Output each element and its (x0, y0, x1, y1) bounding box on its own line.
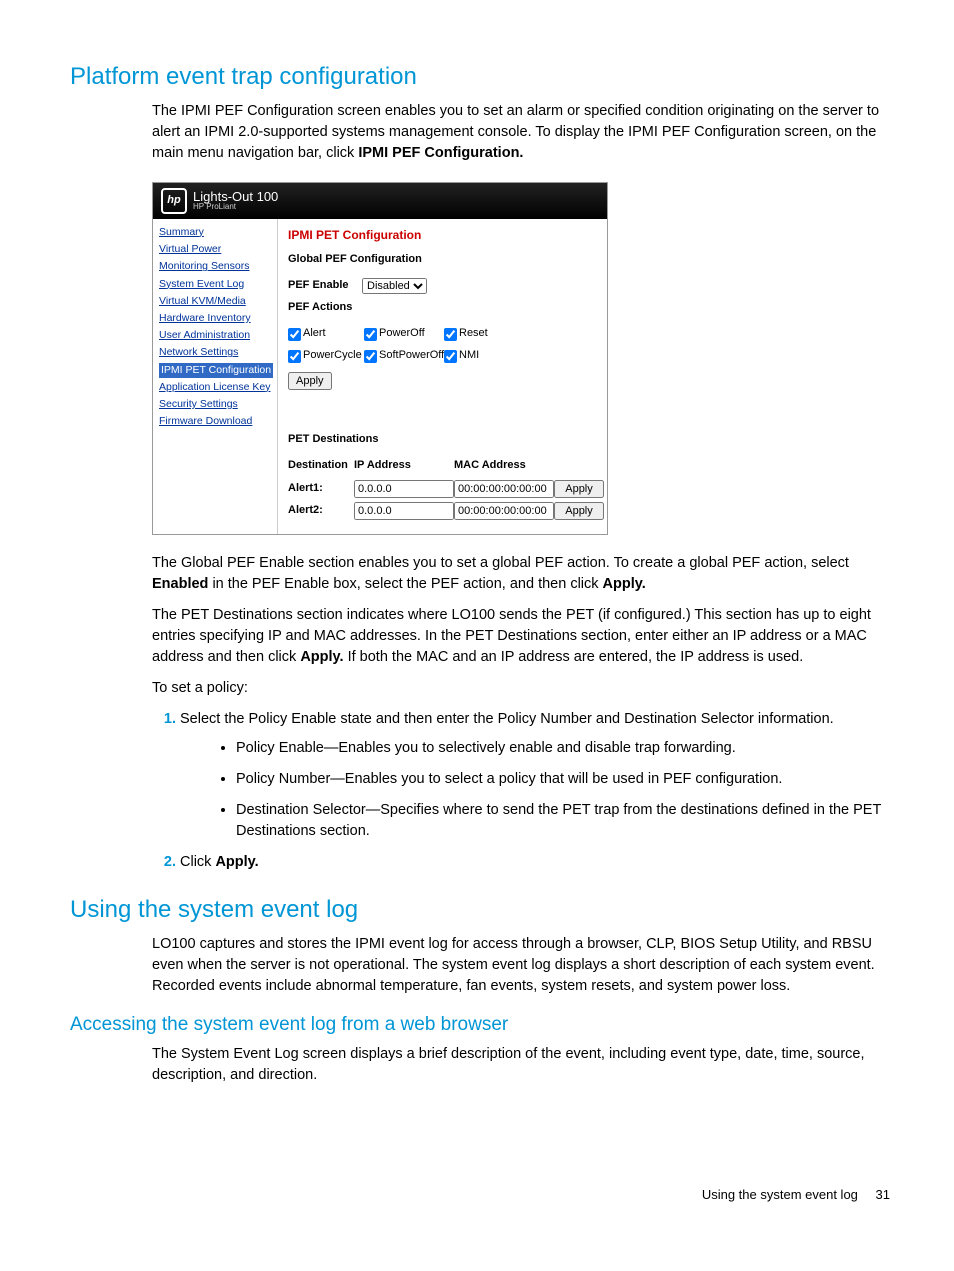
footer-text: Using the system event log (702, 1187, 858, 1202)
checkbox-label: Alert (303, 326, 326, 342)
dest-row: Alert2: Apply (288, 502, 604, 520)
text: The Global PEF Enable section enables yo… (152, 555, 849, 571)
panel-title: IPMI PET Configuration (288, 227, 604, 244)
text: Select the Policy Enable state and then … (180, 711, 834, 727)
shot-nav: Summary Virtual Power Monitoring Sensors Sy… (153, 219, 278, 534)
dest-row: Alert1: Apply (288, 480, 604, 498)
nav-item[interactable]: IPMI PET Configuration (159, 363, 273, 378)
pef-action-checkbox[interactable]: PowerCycle (288, 348, 364, 364)
checkbox-input[interactable] (288, 328, 301, 341)
col-mac: MAC Address (454, 458, 554, 474)
policy-steps-list: Select the Policy Enable state and then … (152, 709, 894, 873)
section-heading-system-event-log: Using the system event log (70, 893, 894, 928)
pef-enable-select[interactable]: Disabled (362, 278, 427, 294)
nav-item[interactable]: Firmware Download (159, 414, 273, 429)
nav-item[interactable]: Security Settings (159, 397, 273, 412)
pef-action-checkbox[interactable]: Alert (288, 326, 364, 342)
text: Click (180, 854, 215, 870)
checkbox-input[interactable] (364, 328, 377, 341)
paragraph: To set a policy: (152, 678, 894, 699)
text: in the PEF Enable box, select the PEF ac… (212, 576, 602, 592)
pef-actions-label: PEF Actions (288, 300, 604, 316)
nav-item[interactable]: User Administration (159, 328, 273, 343)
paragraph: LO100 captures and stores the IPMI event… (152, 934, 894, 997)
nav-item[interactable]: Virtual KVM/Media (159, 294, 273, 309)
pef-action-checkbox[interactable]: SoftPowerOff (364, 348, 444, 364)
section-heading-platform-event-trap: Platform event trap configuration (70, 60, 894, 95)
product-brand: Lights-Out 100 HP ProLiant (193, 190, 278, 211)
bold-text: Apply. (215, 854, 258, 870)
checkbox-label: NMI (459, 348, 479, 364)
nav-item[interactable]: Virtual Power (159, 242, 273, 257)
section-pet-destinations: PET Destinations (288, 432, 604, 448)
col-destination: Destination (288, 458, 354, 474)
dest-label: Alert2: (288, 503, 354, 519)
sub-bullets: Policy Enable—Enables you to selectively… (180, 738, 894, 842)
checkbox-input[interactable] (288, 350, 301, 363)
paragraph: The Global PEF Enable section enables yo… (152, 553, 894, 595)
paragraph: The IPMI PEF Configuration screen enable… (152, 101, 894, 164)
section-global-pef: Global PEF Configuration (288, 252, 604, 268)
pef-enable-row: PEF Enable Disabled (288, 278, 604, 294)
text: If both the MAC and an IP address are en… (348, 649, 804, 665)
list-item: Select the Policy Enable state and then … (180, 709, 894, 842)
list-item: Policy Enable—Enables you to selectively… (236, 738, 894, 759)
checkbox-input[interactable] (444, 350, 457, 363)
brand-sub: HP ProLiant (193, 203, 278, 211)
subsection-heading-accessing-log: Accessing the system event log from a we… (70, 1011, 894, 1039)
bold-text: Apply. (300, 649, 343, 665)
checkbox-label: Reset (459, 326, 488, 342)
nav-item[interactable]: Network Settings (159, 345, 273, 360)
page-number: 31 (876, 1187, 890, 1202)
shot-header: hp Lights-Out 100 HP ProLiant (153, 183, 607, 219)
ip-address-input[interactable] (354, 502, 454, 520)
nav-item[interactable]: Application License Key (159, 380, 273, 395)
checkbox-input[interactable] (444, 328, 457, 341)
shot-main: IPMI PET Configuration Global PEF Config… (278, 219, 614, 534)
pef-action-checkbox[interactable]: PowerOff (364, 326, 444, 342)
pef-action-checkbox[interactable]: NMI (444, 348, 504, 364)
pef-action-checkbox[interactable]: Reset (444, 326, 504, 342)
list-item: Policy Number—Enables you to select a po… (236, 769, 894, 790)
apply-button-dest[interactable]: Apply (554, 480, 604, 498)
nav-item[interactable]: Monitoring Sensors (159, 259, 273, 274)
bold-text: Apply. (603, 576, 646, 592)
nav-item[interactable]: Hardware Inventory (159, 311, 273, 326)
list-item: Destination Selector—Specifies where to … (236, 800, 894, 842)
bold-text: Enabled (152, 576, 208, 592)
checkbox-label: SoftPowerOff (379, 348, 444, 364)
dest-table-header: Destination IP Address MAC Address (288, 458, 604, 474)
checkbox-label: PowerOff (379, 326, 425, 342)
pef-actions-grid: Alert PowerOff Reset PowerCycle SoftPowerOff… (288, 326, 604, 364)
col-blank (554, 458, 604, 474)
checkbox-input[interactable] (364, 350, 377, 363)
ip-address-input[interactable] (354, 480, 454, 498)
mac-address-input[interactable] (454, 480, 554, 498)
paragraph: The PET Destinations section indicates w… (152, 605, 894, 668)
bold-text: IPMI PEF Configuration. (358, 145, 523, 161)
mac-address-input[interactable] (454, 502, 554, 520)
hp-logo-icon: hp (161, 188, 187, 214)
nav-item[interactable]: Summary (159, 225, 273, 240)
ipmi-pef-screenshot: hp Lights-Out 100 HP ProLiant Summary Vir… (152, 182, 608, 535)
list-item: Click Apply. (180, 852, 894, 873)
pet-destinations-table: Destination IP Address MAC Address Alert… (288, 458, 604, 520)
paragraph: The System Event Log screen displays a b… (152, 1044, 894, 1086)
checkbox-label: PowerCycle (303, 348, 362, 364)
nav-item[interactable]: System Event Log (159, 277, 273, 292)
pef-enable-label: PEF Enable (288, 278, 362, 294)
apply-button-dest[interactable]: Apply (554, 502, 604, 520)
page-footer: Using the system event log 31 (70, 1186, 894, 1205)
dest-label: Alert1: (288, 481, 354, 497)
col-ip: IP Address (354, 458, 454, 474)
apply-button-pef[interactable]: Apply (288, 372, 332, 390)
